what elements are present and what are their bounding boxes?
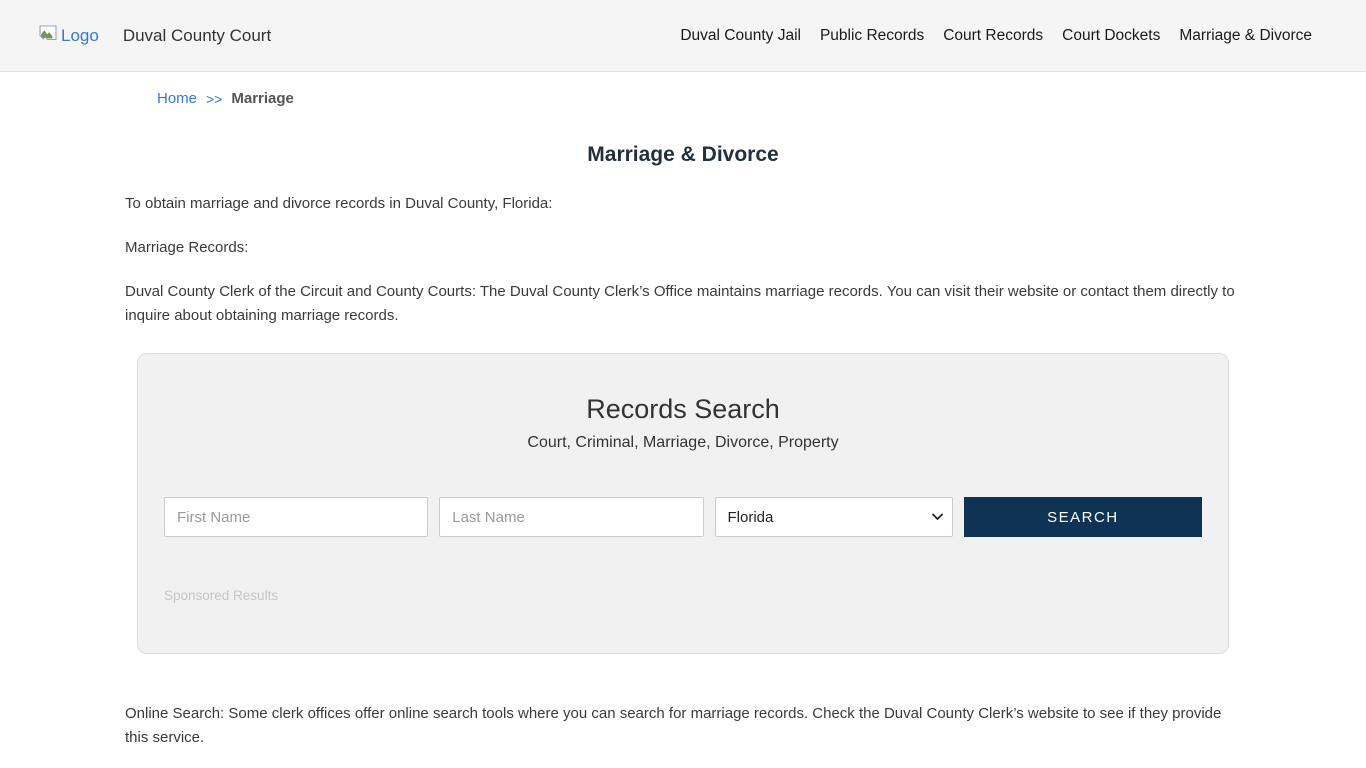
site-header: Logo Duval County Court Duval County Jai… [0, 0, 1366, 72]
clerk-info-paragraph: Duval County Clerk of the Circuit and Co… [125, 280, 1241, 328]
broken-image-icon [39, 25, 57, 46]
first-name-input[interactable] [164, 497, 428, 537]
sponsored-results-label: Sponsored Results [164, 588, 1202, 603]
last-name-input[interactable] [439, 497, 703, 537]
breadcrumb-separator: >> [206, 91, 222, 107]
main-nav: Duval County Jail Public Records Court R… [680, 27, 1312, 45]
nav-item-duval-county-jail[interactable]: Duval County Jail [680, 27, 801, 45]
search-button[interactable]: SEARCH [964, 497, 1202, 537]
main-content: Home >> Marriage Marriage & Divorce To o… [125, 90, 1241, 768]
marriage-records-label: Marriage Records: [125, 236, 1241, 260]
records-search-form: Florida SEARCH [164, 497, 1202, 537]
records-search-subtitle: Court, Criminal, Marriage, Divorce, Prop… [164, 434, 1202, 452]
logo-alt-text: Logo [61, 26, 99, 46]
state-select-wrap: Florida [715, 497, 953, 537]
state-select[interactable]: Florida [715, 497, 953, 537]
brand: Logo Duval County Court [39, 25, 271, 46]
nav-item-marriage-divorce[interactable]: Marriage & Divorce [1179, 27, 1312, 45]
intro-paragraph: To obtain marriage and divorce records i… [125, 192, 1241, 216]
records-search-panel: Records Search Court, Criminal, Marriage… [137, 353, 1229, 654]
breadcrumb-current: Marriage [231, 90, 294, 107]
logo-link[interactable]: Logo [39, 25, 99, 46]
page-title: Marriage & Divorce [125, 143, 1241, 167]
nav-item-public-records[interactable]: Public Records [820, 27, 924, 45]
online-search-paragraph: Online Search: Some clerk offices offer … [125, 702, 1241, 750]
nav-item-court-records[interactable]: Court Records [943, 27, 1043, 45]
nav-item-court-dockets[interactable]: Court Dockets [1062, 27, 1160, 45]
records-search-title: Records Search [164, 394, 1202, 425]
breadcrumb-home-link[interactable]: Home [157, 90, 197, 107]
site-name: Duval County Court [123, 26, 271, 46]
breadcrumb: Home >> Marriage [157, 90, 1241, 107]
